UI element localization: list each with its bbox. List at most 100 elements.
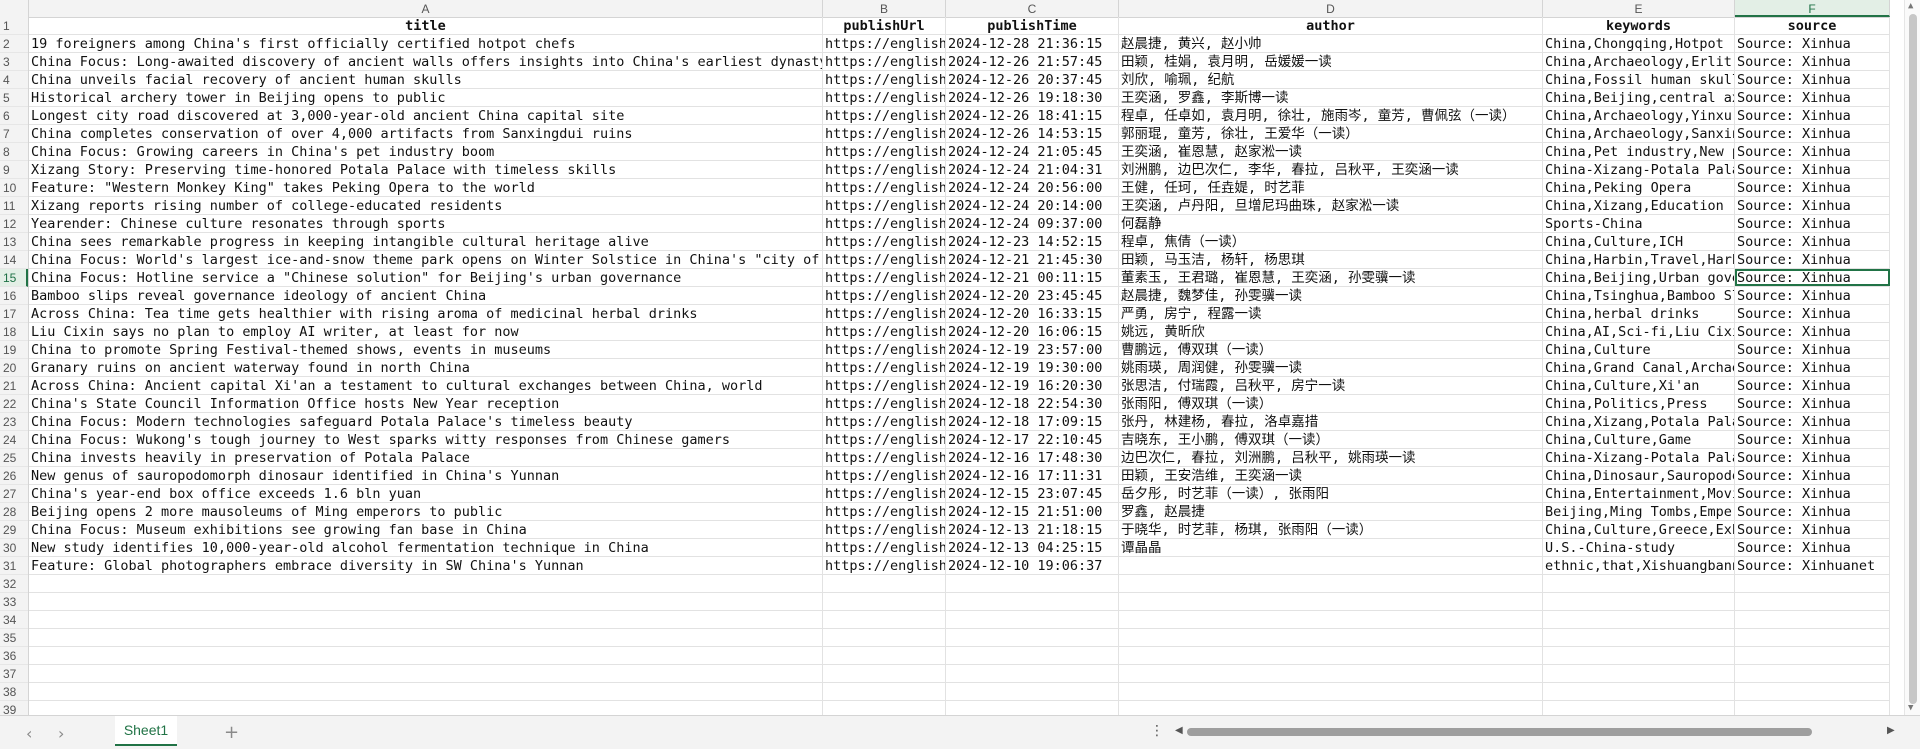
cell-a30[interactable]: New study identifies 10,000-year-old alc… (29, 539, 823, 556)
cell-b20[interactable]: https://english (823, 359, 946, 376)
cell-e12[interactable]: Sports-China (1543, 215, 1735, 232)
cell-d8[interactable]: 王奕涵, 崔恩慧, 赵家淞一读 (1119, 143, 1543, 160)
cell-d12[interactable]: 何磊静 (1119, 215, 1543, 232)
cell-b7[interactable]: https://english (823, 125, 946, 142)
more-options-icon[interactable]: ⋮ (1150, 723, 1164, 739)
cell-b9[interactable]: https://english (823, 161, 946, 178)
cell-d4[interactable]: 刘欣, 喻珮, 纪航 (1119, 71, 1543, 88)
cell-c7[interactable]: 2024-12-26 14:53:15 (946, 125, 1119, 142)
cell-c2[interactable]: 2024-12-28 21:36:15 (946, 35, 1119, 52)
row-header-12[interactable]: 12 (0, 215, 28, 233)
cell-a2[interactable]: 19 foreigners among China's first offici… (29, 35, 823, 52)
cell-e17[interactable]: China,herbal drinks (1543, 305, 1735, 322)
cell-b16[interactable]: https://english (823, 287, 946, 304)
cell-c32[interactable] (946, 575, 1119, 592)
cell-f12[interactable]: Source: Xinhua (1735, 215, 1890, 232)
scroll-left-icon[interactable]: ◀ (1175, 725, 1183, 736)
row-header-8[interactable]: 8 (0, 143, 28, 161)
header-cell-author[interactable]: author (1119, 17, 1543, 34)
cell-d5[interactable]: 王奕涵, 罗鑫, 李斯博一读 (1119, 89, 1543, 106)
horizontal-scroll-thumb[interactable] (1187, 728, 1812, 736)
cell-a11[interactable]: Xizang reports rising number of college-… (29, 197, 823, 214)
cell-a23[interactable]: China Focus: Modern technologies safegua… (29, 413, 823, 430)
cell-b34[interactable] (823, 611, 946, 628)
header-cell-source[interactable]: source (1735, 17, 1890, 34)
cell-f31[interactable]: Source: Xinhuanet (1735, 557, 1890, 574)
cell-e20[interactable]: China,Grand Canal,Archae (1543, 359, 1735, 376)
cell-c23[interactable]: 2024-12-18 17:09:15 (946, 413, 1119, 430)
cell-e13[interactable]: China,Culture,ICH (1543, 233, 1735, 250)
next-sheet-icon[interactable]: › (58, 724, 64, 743)
cell-e30[interactable]: U.S.-China-study (1543, 539, 1735, 556)
cell-f21[interactable]: Source: Xinhua (1735, 377, 1890, 394)
cell-e35[interactable] (1543, 629, 1735, 646)
cell-c3[interactable]: 2024-12-26 21:57:45 (946, 53, 1119, 70)
cell-d24[interactable]: 吉晓东, 王小鹏, 傅双琪（一读） (1119, 431, 1543, 448)
row-header-36[interactable]: 36 (0, 647, 28, 665)
cell-e3[interactable]: China,Archaeology,Erlit( (1543, 53, 1735, 70)
cell-b38[interactable] (823, 683, 946, 700)
row-header-10[interactable]: 10 (0, 179, 28, 197)
cell-a14[interactable]: China Focus: World's largest ice-and-sno… (29, 251, 823, 268)
cell-d38[interactable] (1119, 683, 1543, 700)
cell-b30[interactable]: https://english (823, 539, 946, 556)
row-header-38[interactable]: 38 (0, 683, 28, 701)
cell-d19[interactable]: 曹鹏远, 傅双琪（一读） (1119, 341, 1543, 358)
cell-b4[interactable]: https://english (823, 71, 946, 88)
vertical-scroll-thumb[interactable] (1909, 14, 1917, 704)
cell-c4[interactable]: 2024-12-26 20:37:45 (946, 71, 1119, 88)
cell-f4[interactable]: Source: Xinhua (1735, 71, 1890, 88)
cell-c9[interactable]: 2024-12-24 21:04:31 (946, 161, 1119, 178)
cell-e7[interactable]: China,Archaeology,Sanxin (1543, 125, 1735, 142)
row-header-1[interactable]: 1 (0, 17, 28, 35)
cell-c8[interactable]: 2024-12-24 21:05:45 (946, 143, 1119, 160)
cell-a16[interactable]: Bamboo slips reveal governance ideology … (29, 287, 823, 304)
row-header-7[interactable]: 7 (0, 125, 28, 143)
cell-b10[interactable]: https://english (823, 179, 946, 196)
cell-c20[interactable]: 2024-12-19 19:30:00 (946, 359, 1119, 376)
row-header-25[interactable]: 25 (0, 449, 28, 467)
column-header-a[interactable]: A (29, 0, 823, 17)
cell-c6[interactable]: 2024-12-26 18:41:15 (946, 107, 1119, 124)
cell-e18[interactable]: China,AI,Sci-fi,Liu Cixi (1543, 323, 1735, 340)
cell-b11[interactable]: https://english (823, 197, 946, 214)
cell-c18[interactable]: 2024-12-20 16:06:15 (946, 323, 1119, 340)
cell-e15[interactable]: China,Beijing,Urban gove (1543, 269, 1735, 286)
cell-f20[interactable]: Source: Xinhua (1735, 359, 1890, 376)
cell-c38[interactable] (946, 683, 1119, 700)
cell-c17[interactable]: 2024-12-20 16:33:15 (946, 305, 1119, 322)
cell-c34[interactable] (946, 611, 1119, 628)
cell-a12[interactable]: Yearender: Chinese culture resonates thr… (29, 215, 823, 232)
cell-a18[interactable]: Liu Cixin says no plan to employ AI writ… (29, 323, 823, 340)
cell-b23[interactable]: https://english (823, 413, 946, 430)
cell-f27[interactable]: Source: Xinhua (1735, 485, 1890, 502)
cell-b35[interactable] (823, 629, 946, 646)
cell-b15[interactable]: https://english (823, 269, 946, 286)
prev-sheet-icon[interactable]: ‹ (26, 724, 32, 743)
cell-e19[interactable]: China,Culture (1543, 341, 1735, 358)
cell-d25[interactable]: 边巴次仁, 春拉, 刘洲鹏, 吕秋平, 姚雨瑛一读 (1119, 449, 1543, 466)
cell-a27[interactable]: China's year-end box office exceeds 1.6 … (29, 485, 823, 502)
cell-b8[interactable]: https://english (823, 143, 946, 160)
cell-e11[interactable]: China,Xizang,Education (1543, 197, 1735, 214)
cell-b12[interactable]: https://english (823, 215, 946, 232)
row-header-14[interactable]: 14 (0, 251, 28, 269)
cell-d7[interactable]: 郭丽琨, 童芳, 徐壮, 王爱华（一读） (1119, 125, 1543, 142)
column-header-f[interactable]: F (1735, 0, 1890, 17)
cell-e21[interactable]: China,Culture,Xi'an (1543, 377, 1735, 394)
cell-b19[interactable]: https://english (823, 341, 946, 358)
cell-a26[interactable]: New genus of sauropodomorph dinosaur ide… (29, 467, 823, 484)
cell-b14[interactable]: https://english (823, 251, 946, 268)
cell-f24[interactable]: Source: Xinhua (1735, 431, 1890, 448)
cell-b22[interactable]: https://english (823, 395, 946, 412)
cell-c12[interactable]: 2024-12-24 09:37:00 (946, 215, 1119, 232)
cell-a37[interactable] (29, 665, 823, 682)
cell-e37[interactable] (1543, 665, 1735, 682)
cell-c22[interactable]: 2024-12-18 22:54:30 (946, 395, 1119, 412)
cell-a24[interactable]: China Focus: Wukong's tough journey to W… (29, 431, 823, 448)
cell-f34[interactable] (1735, 611, 1890, 628)
cell-f13[interactable]: Source: Xinhua (1735, 233, 1890, 250)
row-header-18[interactable]: 18 (0, 323, 28, 341)
row-header-13[interactable]: 13 (0, 233, 28, 251)
cell-c30[interactable]: 2024-12-13 04:25:15 (946, 539, 1119, 556)
